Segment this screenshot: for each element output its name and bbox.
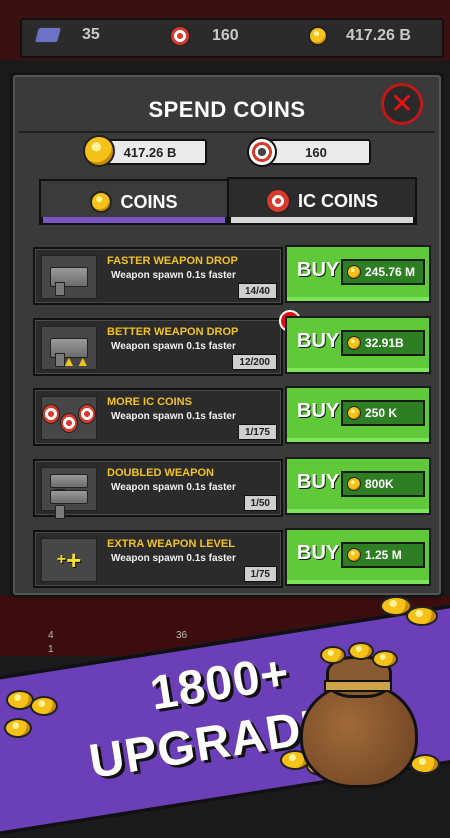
hud-ic-coins: 160	[170, 26, 239, 46]
upgrade-progress: 1/75	[243, 566, 277, 582]
tab-coins-label: COINS	[120, 191, 178, 212]
money-bag-icon	[296, 642, 418, 788]
buy-button[interactable]: BUY 250 K	[285, 386, 431, 444]
upgrade-row: + + EXTRA WEAPON LEVEL Weapon spawn 0.1s …	[33, 528, 433, 588]
upgrade-name: MORE IC COINS	[107, 396, 192, 408]
close-icon: ✕	[390, 88, 414, 119]
ic-coins-icon	[41, 396, 97, 440]
bg-stat: 36	[176, 630, 188, 641]
hud-gems: 35	[33, 26, 100, 44]
buy-price-value: 800K	[365, 477, 394, 491]
upgrade-card: ▲▲ BETTER WEAPON DROP Weapon spawn 0.1s …	[33, 318, 283, 376]
upgrade-progress: 1/50	[243, 495, 277, 511]
coin-icon	[347, 548, 361, 562]
top-hud: 35 160 417.26 B	[0, 0, 450, 60]
buy-price-value: 32.91B	[365, 336, 404, 350]
spend-coins-panel: SPEND COINS ✕ 417.26 B 160 COINS IC COIN…	[10, 72, 444, 598]
coin-icon	[90, 191, 113, 213]
coin-icon	[347, 336, 361, 350]
buy-price: 250 K	[341, 400, 425, 426]
upgrade-desc: Weapon spawn 0.1s faster	[111, 411, 236, 422]
upgrade-desc: Weapon spawn 0.1s faster	[111, 553, 236, 564]
upgrade-progress: 1/175	[237, 424, 277, 440]
ic-coins-balance: 160	[261, 139, 371, 165]
upgrade-name: FASTER WEAPON DROP	[107, 255, 238, 267]
tab-active-indicator	[41, 217, 227, 225]
gem-icon	[33, 27, 63, 43]
coin-icon	[347, 265, 361, 279]
tab-coins[interactable]: COINS	[39, 179, 229, 225]
upgrade-desc: Weapon spawn 0.1s faster	[111, 341, 236, 352]
pistol-upgrade-icon: ▲▲	[41, 326, 97, 370]
buy-label: BUY	[297, 400, 340, 422]
upgrade-row: FASTER WEAPON DROP Weapon spawn 0.1s fas…	[33, 245, 433, 305]
coin-icon	[347, 477, 361, 491]
upgrade-name: DOUBLED WEAPON	[107, 467, 214, 479]
buy-price: 1.25 M	[341, 542, 425, 568]
tab-indicator	[229, 217, 415, 225]
tab-ic-coins[interactable]: IC COINS	[227, 177, 417, 225]
upgrade-card: FASTER WEAPON DROP Weapon spawn 0.1s fas…	[33, 247, 283, 305]
ic-coin-icon	[265, 189, 290, 213]
upgrade-desc: Weapon spawn 0.1s faster	[111, 270, 236, 281]
bg-stat: 4	[48, 630, 54, 641]
buy-label: BUY	[297, 330, 340, 352]
buy-price: 32.91B	[341, 330, 425, 356]
upgrade-desc: Weapon spawn 0.1s faster	[111, 482, 236, 493]
bg-stat: 1	[48, 644, 54, 655]
coin-icon	[83, 135, 115, 167]
upgrade-row: MORE IC COINS Weapon spawn 0.1s faster 1…	[33, 386, 433, 446]
hud-coins-value: 417.26 B	[346, 27, 411, 44]
buy-button[interactable]: BUY 245.76 M	[285, 245, 431, 303]
close-button[interactable]: ✕	[381, 83, 423, 125]
panel-title: SPEND COINS	[148, 97, 306, 122]
upgrade-row: DOUBLED WEAPON Weapon spawn 0.1s faster …	[33, 457, 433, 519]
buy-label: BUY	[297, 471, 340, 493]
upgrade-progress: 14/40	[237, 283, 277, 299]
upgrade-progress: 12/200	[232, 354, 277, 370]
plus-icon: + +	[41, 538, 97, 582]
buy-label: BUY	[297, 259, 340, 281]
double-pistol-icon	[41, 467, 97, 519]
tab-ic-coins-label: IC COINS	[297, 190, 378, 211]
buy-price: 245.76 M	[341, 259, 425, 285]
buy-price-value: 250 K	[365, 406, 398, 420]
ic-coin-icon	[247, 137, 277, 167]
upgrade-card: + + EXTRA WEAPON LEVEL Weapon spawn 0.1s …	[33, 530, 283, 588]
buy-button[interactable]: BUY 800K	[285, 457, 431, 515]
buy-button[interactable]: BUY 1.25 M	[285, 528, 431, 586]
upgrade-name: EXTRA WEAPON LEVEL	[107, 538, 235, 550]
upgrade-row: ▲▲ BETTER WEAPON DROP Weapon spawn 0.1s …	[33, 310, 433, 376]
buy-button[interactable]: BUY 32.91B	[285, 316, 431, 374]
ic-coin-icon	[170, 26, 190, 46]
hud-ic-coins-value: 160	[212, 27, 239, 44]
buy-price-value: 245.76 M	[365, 265, 416, 279]
upgrade-name: BETTER WEAPON DROP	[107, 326, 239, 338]
coins-balance-value: 417.26 B	[123, 144, 177, 160]
coin-icon	[347, 406, 361, 420]
buy-price: 800K	[341, 471, 425, 497]
hud-coins: 417.26 B	[308, 26, 411, 46]
coin-icon	[308, 26, 328, 46]
divider	[19, 131, 435, 133]
buy-price-value: 1.25 M	[365, 548, 402, 562]
upgrade-card: DOUBLED WEAPON Weapon spawn 0.1s faster …	[33, 459, 283, 519]
buy-label: BUY	[297, 542, 340, 564]
ic-coins-balance-value: 160	[305, 144, 327, 160]
pistol-icon	[41, 255, 97, 299]
hud-gems-value: 35	[82, 26, 100, 43]
upgrade-card: MORE IC COINS Weapon spawn 0.1s faster 1…	[33, 388, 283, 446]
